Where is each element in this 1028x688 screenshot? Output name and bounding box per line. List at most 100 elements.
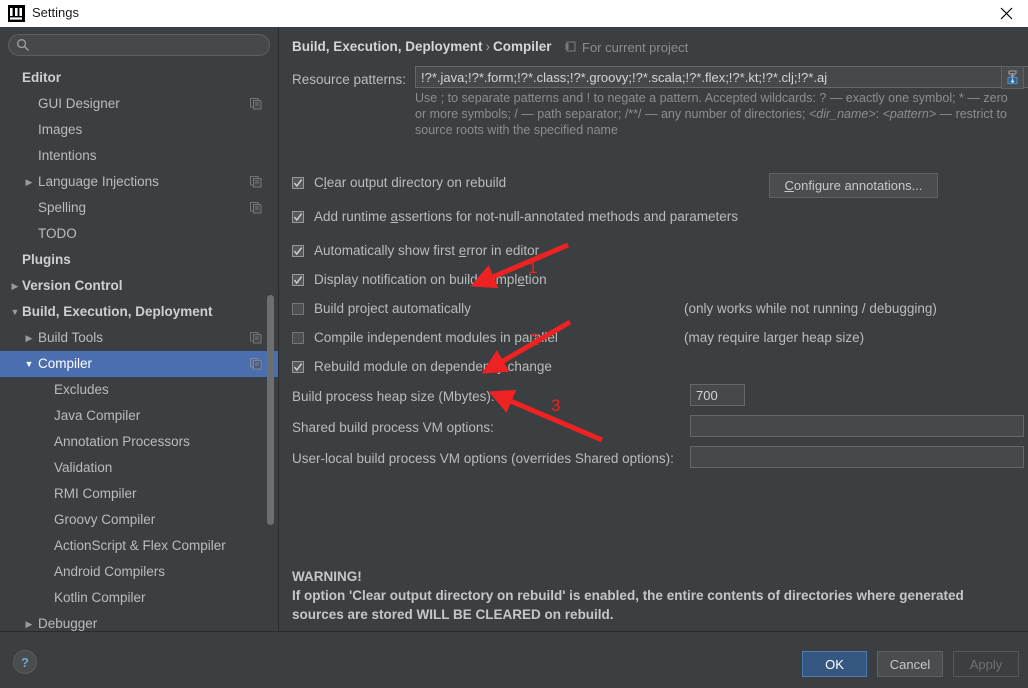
heap-size-label: Build process heap size (Mbytes): [292, 389, 495, 404]
sidebar-item-label: TODO [38, 226, 77, 241]
copy-settings-icon [250, 98, 262, 110]
sidebar-item-label: Debugger [38, 616, 98, 631]
import-into-field-icon[interactable] [1001, 66, 1024, 89]
hint-pattern: <pattern> [882, 107, 937, 121]
sidebar-item-todo[interactable]: TODO [0, 221, 278, 247]
sidebar-item-version-control[interactable]: ▶ Version Control [0, 273, 278, 299]
settings-sidebar: Editor GUI Designer Images Intentions ▶ Langu… [0, 27, 279, 631]
sidebar-item-label: Editor [22, 70, 61, 85]
hint-line-3: roots with the specified name [456, 123, 618, 137]
settings-dialog: Settings Editor GUI Designer Images Intenti… [0, 0, 1028, 688]
settings-tree: Editor GUI Designer Images Intentions ▶ Langu… [0, 65, 278, 631]
help-button[interactable]: ? [13, 650, 37, 674]
sidebar-item-label: Build, Execution, Deployment [22, 304, 213, 319]
sidebar-item-language-injections[interactable]: ▶ Language Injections [0, 169, 278, 195]
sidebar-item-excludes[interactable]: Excludes [0, 377, 278, 403]
sidebar-item-plugins[interactable]: Plugins [0, 247, 278, 273]
cancel-button[interactable]: Cancel [877, 651, 943, 677]
sidebar-item-label: Validation [54, 460, 113, 475]
breadcrumb: Build, Execution, Deployment › Compiler [292, 39, 552, 54]
window-titlebar: Settings [0, 0, 1028, 28]
sidebar-item-label: Groovy Compiler [54, 512, 156, 527]
checkbox-label: Display notification on build completion [314, 272, 547, 287]
chevron-down-icon[interactable]: ▼ [8, 299, 22, 325]
search-input[interactable] [8, 34, 270, 56]
checkmark-icon [292, 245, 304, 257]
checkbox-label: Build project automatically [314, 301, 471, 316]
checkbox-label: Compile independent modules in parallel [314, 330, 558, 345]
hint-line-2c: : [875, 107, 883, 121]
sidebar-scrollbar-thumb[interactable] [267, 295, 274, 525]
configure-annotations-button[interactable]: Configure annotations... [769, 173, 938, 198]
option-note: (only works while not running / debuggin… [684, 301, 937, 316]
checkmark-icon [292, 361, 304, 373]
sidebar-item-java-compiler[interactable]: Java Compiler [0, 403, 278, 429]
copy-settings-icon [250, 332, 262, 344]
sidebar-item-rmi-compiler[interactable]: RMI Compiler [0, 481, 278, 507]
chevron-right-icon[interactable]: ▶ [8, 273, 22, 299]
warning-line-1: If option 'Clear output directory on reb… [292, 588, 964, 603]
resource-patterns-hint: Use ; to separate patterns and ! to nega… [415, 90, 1015, 138]
option-note: (may require larger heap size) [684, 330, 865, 345]
sidebar-item-groovy-compiler[interactable]: Groovy Compiler [0, 507, 278, 533]
sidebar-item-label: Annotation Processors [54, 434, 190, 449]
breadcrumb-root: Build, Execution, Deployment [292, 39, 483, 54]
sidebar-item-android-compilers[interactable]: Android Compilers [0, 559, 278, 585]
chevron-down-icon[interactable]: ▼ [22, 351, 36, 377]
ok-button[interactable]: OK [802, 651, 867, 677]
configure-annotations-label: onfigure annotations... [793, 178, 923, 193]
project-scope-icon [565, 41, 576, 52]
sidebar-item-compiler[interactable]: ▼ Compiler [0, 351, 278, 377]
warning-title: WARNING! [292, 569, 362, 584]
apply-button[interactable]: Apply [953, 651, 1019, 677]
chevron-right-icon[interactable]: ▶ [22, 169, 36, 195]
sidebar-item-label: Language Injections [38, 174, 159, 189]
hint-dir-name: <dir_name> [808, 107, 876, 121]
copy-settings-icon [250, 176, 262, 188]
sidebar-item-images[interactable]: Images [0, 117, 278, 143]
sidebar-item-kotlin-compiler[interactable]: Kotlin Compiler [0, 585, 278, 611]
resource-patterns-label: Resource patterns: [292, 72, 407, 87]
dialog-footer: ? OK Cancel Apply [0, 631, 1028, 688]
sidebar-item-gui-designer[interactable]: GUI Designer [0, 91, 278, 117]
sidebar-item-label: Java Compiler [54, 408, 141, 423]
heap-size-input[interactable]: 700 [690, 384, 745, 406]
sidebar-item-editor[interactable]: Editor [0, 65, 278, 91]
breadcrumb-separator: › [485, 39, 491, 54]
sidebar-item-label: GUI Designer [38, 96, 120, 111]
checkbox-label: Rebuild module on dependency change [314, 359, 552, 374]
resource-patterns-input[interactable]: !?*.java;!?*.form;!?*.class;!?*.groovy;!… [415, 66, 1028, 88]
sidebar-item-label: Compiler [38, 356, 93, 371]
sidebar-item-label: Excludes [54, 382, 109, 397]
compiler-settings-panel: Build, Execution, Deployment › Compiler Fo… [279, 27, 1028, 631]
sidebar-item-build-tools[interactable]: ▶ Build Tools [0, 325, 278, 351]
configure-annotations-mnemonic: C [784, 178, 794, 193]
userlocal-vm-options-input[interactable] [690, 446, 1024, 468]
chevron-right-icon[interactable]: ▶ [22, 611, 36, 631]
intellij-idea-icon [8, 5, 25, 22]
checkbox-label: Add runtime assertions for not-null-anno… [314, 209, 739, 224]
sidebar-item-label: ActionScript & Flex Compiler [54, 538, 226, 553]
sidebar-item-build-execution-deployment[interactable]: ▼ Build, Execution, Deployment [0, 299, 278, 325]
checkbox-box [292, 332, 304, 344]
sidebar-item-debugger[interactable]: ▶ Debugger [0, 611, 278, 631]
shared-vm-options-input[interactable] [690, 415, 1024, 437]
sidebar-item-validation[interactable]: Validation [0, 455, 278, 481]
close-icon[interactable] [984, 0, 1028, 27]
annotation-number-1: 1 [528, 258, 538, 277]
warning-line-2: sources are stored WILL BE CLEARED on re… [292, 607, 614, 622]
checkbox-label: Clear output directory on rebuild [314, 175, 507, 190]
checkmark-icon [292, 211, 304, 223]
sidebar-item-annotation-processors[interactable]: Annotation Processors [0, 429, 278, 455]
sidebar-item-label: Intentions [38, 148, 97, 163]
sidebar-item-label: Version Control [22, 278, 123, 293]
checkmark-icon [292, 177, 304, 189]
sidebar-item-intentions[interactable]: Intentions [0, 143, 278, 169]
sidebar-item-label: RMI Compiler [54, 486, 137, 501]
sidebar-item-spelling[interactable]: Spelling [0, 195, 278, 221]
copy-settings-icon [250, 358, 262, 370]
warning-block: WARNING! If option 'Clear output directo… [292, 567, 1012, 624]
window-title: Settings [32, 5, 79, 20]
chevron-right-icon[interactable]: ▶ [22, 325, 36, 351]
sidebar-item-actionscript-flex-compiler[interactable]: ActionScript & Flex Compiler [0, 533, 278, 559]
